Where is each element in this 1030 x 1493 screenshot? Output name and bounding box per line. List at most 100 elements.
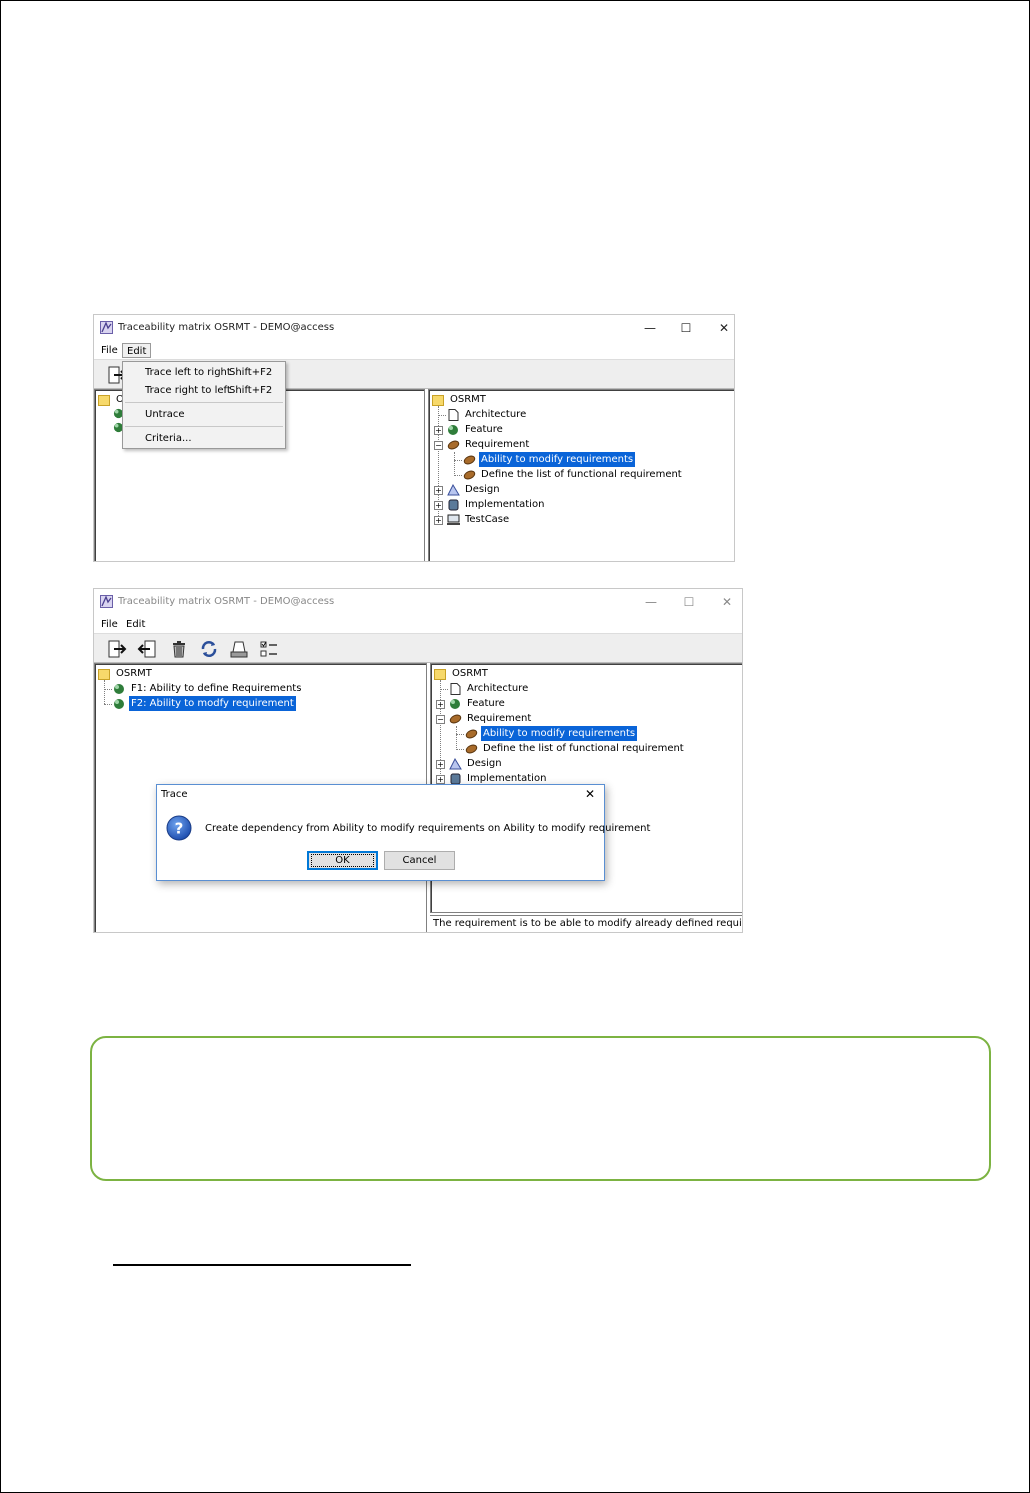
trash-icon[interactable]: [168, 638, 190, 660]
status-bar: The requirement is to be able to modify …: [430, 915, 742, 932]
tree-item-requirement[interactable]: Requirement: [447, 437, 531, 452]
trace-right-to-left-icon[interactable]: [136, 638, 158, 660]
close-icon[interactable]: ✕: [713, 592, 741, 612]
tree-item-req-2[interactable]: Define the list of functional requiremen…: [463, 467, 684, 482]
tree-label: Design: [465, 484, 500, 495]
folder-icon: [432, 394, 444, 406]
requirement-icon: [449, 714, 462, 723]
question-icon: ?: [166, 815, 192, 841]
maximize-icon[interactable]: ☐: [672, 318, 700, 338]
tree-item-req-1[interactable]: Ability to modify requirements: [463, 452, 636, 467]
menu-item-trace-right-to-left[interactable]: Trace right to left Shift+F2: [123, 382, 285, 400]
menu-edit[interactable]: Edit: [122, 343, 152, 358]
trace-left-to-right-icon[interactable]: [106, 638, 128, 660]
menu-file[interactable]: File: [97, 617, 122, 632]
collapse-toggle[interactable]: −: [434, 441, 443, 450]
note-box: [90, 1036, 991, 1181]
tree-item-design[interactable]: Design: [447, 482, 502, 497]
collapse-toggle[interactable]: −: [436, 715, 445, 724]
title-bar[interactable]: Traceability matrix OSRMT - DEMO@access …: [94, 315, 734, 341]
tree-line: [104, 704, 112, 705]
document-icon: [448, 408, 459, 421]
svg-text:?: ?: [175, 820, 184, 838]
tree-root[interactable]: OSRMT: [434, 666, 490, 681]
requirement-icon: [465, 729, 478, 738]
tree-root[interactable]: OSRMT: [432, 392, 488, 407]
tree-label: OSRMT: [450, 394, 486, 405]
tree-item-design[interactable]: Design: [449, 756, 504, 771]
menu-edit[interactable]: Edit: [122, 617, 149, 632]
maximize-icon[interactable]: ☐: [675, 592, 703, 612]
focus-ring: [311, 854, 374, 867]
folder-icon: [434, 668, 446, 680]
tree-label: Define the list of functional requiremen…: [483, 743, 684, 754]
underline-rule: [113, 1264, 411, 1266]
title-bar[interactable]: Traceability matrix OSRMT - DEMO@access …: [94, 589, 742, 615]
dialog-close-icon[interactable]: ✕: [585, 787, 595, 801]
minimize-icon[interactable]: —: [637, 592, 665, 612]
tree-item-feature[interactable]: Feature: [447, 422, 505, 437]
tree-item-f1[interactable]: F1: Ability to define Requirements: [113, 681, 303, 696]
tree-label: Feature: [467, 698, 505, 709]
ok-button[interactable]: OK: [307, 851, 378, 870]
dialog-message: Create dependency from Ability to modify…: [205, 823, 651, 834]
design-icon: [447, 483, 460, 495]
folder-icon: [98, 668, 110, 680]
tree-label: Define the list of functional requiremen…: [481, 469, 682, 480]
cancel-button-label: Cancel: [402, 855, 437, 866]
menu-item-criteria[interactable]: Criteria...: [123, 430, 285, 448]
expand-toggle[interactable]: +: [436, 700, 445, 709]
feature-icon: [450, 698, 460, 709]
tree-line: [440, 689, 448, 690]
tree-item-implementation[interactable]: Implementation: [447, 497, 546, 512]
feature-icon: [448, 424, 458, 435]
tree-root[interactable]: OSRMT: [98, 666, 154, 681]
tree-label: Requirement: [465, 439, 530, 450]
edit-menu-dropdown: Trace left to right Shift+F2 Trace right…: [122, 361, 286, 449]
document-icon: [450, 682, 461, 695]
tree-item-feature[interactable]: Feature: [449, 696, 507, 711]
checklist-icon[interactable]: [258, 638, 280, 660]
menu-item-label: Trace right to left: [145, 385, 231, 396]
right-tree-pane[interactable]: OSRMT Architecture + Feature − Requireme…: [428, 389, 734, 561]
tree-item-architecture[interactable]: Architecture: [449, 681, 530, 696]
tree-line: [456, 734, 464, 735]
traceability-window-2: Traceability matrix OSRMT - DEMO@access …: [93, 588, 743, 933]
expand-toggle[interactable]: +: [434, 426, 443, 435]
tree-item-f2[interactable]: F2: Ability to modfy requirement: [113, 696, 296, 711]
expand-toggle[interactable]: +: [434, 516, 443, 525]
tree-item-architecture[interactable]: Architecture: [447, 407, 528, 422]
implementation-icon: [448, 499, 459, 510]
expand-toggle[interactable]: +: [436, 775, 445, 784]
tree-label: Requirement: [467, 713, 532, 724]
tree-item-req-2[interactable]: Define the list of functional requiremen…: [465, 741, 686, 756]
tree-label: Architecture: [467, 683, 529, 694]
tree-item-requirement[interactable]: Requirement: [449, 711, 533, 726]
app-icon: [100, 595, 113, 608]
tree-item-testcase[interactable]: TestCase: [447, 512, 511, 527]
menu-item-untrace[interactable]: Untrace: [123, 406, 285, 424]
window-title: Traceability matrix OSRMT - DEMO@access: [118, 322, 335, 333]
tree-label: Design: [467, 758, 502, 769]
tree-label: Feature: [465, 424, 503, 435]
cancel-button[interactable]: Cancel: [384, 851, 455, 870]
minimize-icon[interactable]: —: [636, 318, 664, 338]
dialog-title: Trace: [161, 789, 188, 800]
expand-toggle[interactable]: +: [434, 486, 443, 495]
tree-label-selected: F2: Ability to modfy requirement: [129, 696, 296, 711]
traceability-window-1: Traceability matrix OSRMT - DEMO@access …: [93, 314, 735, 562]
tree-label: OSRMT: [452, 668, 488, 679]
requirement-icon: [447, 440, 460, 449]
menu-item-shortcut: Shift+F2: [229, 367, 273, 378]
menu-file[interactable]: File: [97, 343, 122, 358]
feature-icon: [114, 698, 124, 709]
expand-toggle[interactable]: +: [436, 760, 445, 769]
expand-toggle[interactable]: +: [434, 501, 443, 510]
menu-item-trace-left-to-right[interactable]: Trace left to right Shift+F2: [123, 364, 285, 382]
testcase-icon: [447, 514, 460, 525]
menu-separator: [125, 402, 283, 403]
tree-item-req-1[interactable]: Ability to modify requirements: [465, 726, 638, 741]
close-icon[interactable]: ✕: [710, 318, 734, 338]
print-icon[interactable]: [228, 638, 250, 660]
refresh-icon[interactable]: [198, 638, 220, 660]
